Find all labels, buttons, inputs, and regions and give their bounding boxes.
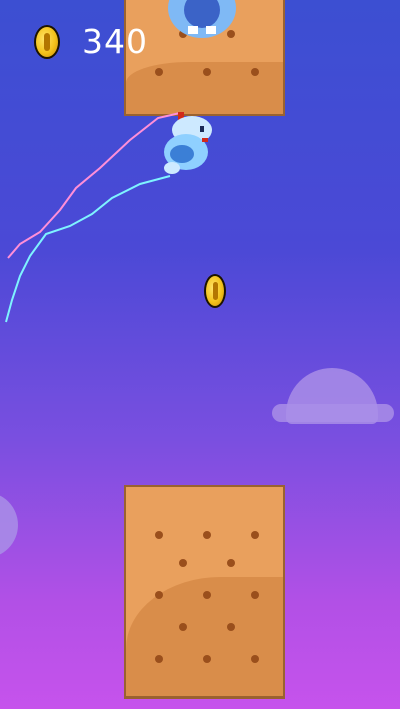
trail-cyan	[5, 175, 171, 323]
score-hud: 340	[34, 22, 148, 62]
trail-pink	[7, 112, 181, 259]
game-scene[interactable]: 340	[0, 0, 400, 709]
player-bird	[164, 112, 212, 174]
flight-trail	[5, 112, 181, 323]
coin-pickup	[204, 274, 226, 308]
score-value: 340	[82, 22, 148, 61]
coin-icon	[34, 25, 60, 59]
